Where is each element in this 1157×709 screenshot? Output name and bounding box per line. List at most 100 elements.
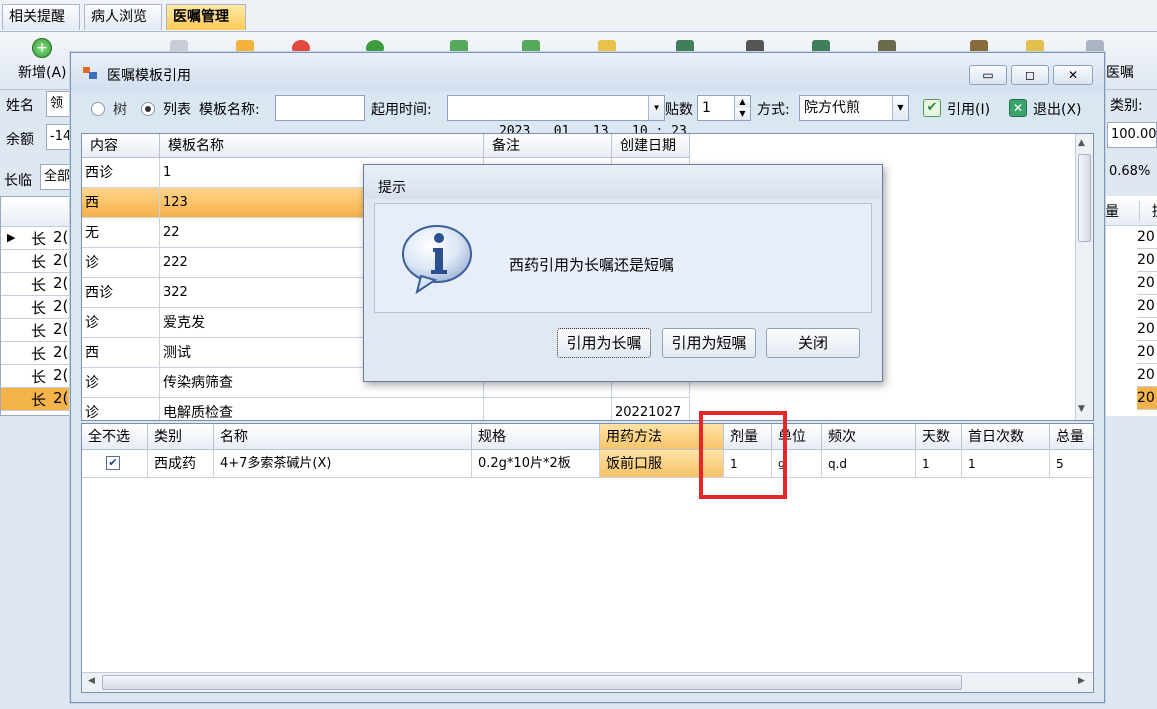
start-time-picker[interactable]: 2023 . 01 . 13 10 : 23 ▼ — [447, 95, 687, 139]
label-category: 类别: — [1110, 98, 1143, 114]
column-header-frequency[interactable]: 频次 — [822, 424, 916, 450]
add-button-label: 新增(A) — [18, 65, 67, 81]
order-grid-right: 量 提 20 20 20 20 20 20 20 20 — [1104, 196, 1157, 416]
balance-field[interactable]: -14 — [46, 124, 72, 150]
percent-label: 0.68% — [1109, 164, 1151, 179]
radio-list-label: 列表 — [163, 102, 191, 118]
apply-button-label: 引用(I) — [947, 102, 991, 118]
chevron-down-icon[interactable]: ▼ — [648, 96, 664, 120]
column-header-total[interactable]: 总量 — [1050, 424, 1093, 450]
column-header-content[interactable]: 内容 — [82, 134, 160, 158]
window-titlebar[interactable]: 医嘱模板引用 ▭ ◻ ✕ — [71, 53, 1104, 91]
cell-category: 西成药 — [148, 450, 214, 478]
cell-content: 诊 — [82, 248, 160, 278]
table-row[interactable]: ▶ 长 2( — [1, 227, 75, 250]
start-time-label: 起用时间: — [371, 102, 432, 118]
add-button[interactable]: + 新增(A) — [8, 36, 74, 84]
chevron-down-icon[interactable]: ▼ — [892, 96, 908, 120]
scroll-thumb[interactable] — [102, 675, 962, 690]
table-row[interactable]: 诊 电解质检查 20221027 — [82, 398, 690, 420]
cell-spec: 0.2g*10片*2板 — [472, 450, 600, 478]
close-icon: ✕ — [1067, 68, 1079, 82]
column-header-note[interactable]: 备注 — [484, 134, 612, 158]
annotation-highlight-box — [699, 411, 787, 499]
row-type: 长 — [31, 368, 47, 386]
grid-header: 量 提 — [1105, 196, 1157, 226]
row-date: 2( — [53, 274, 69, 292]
column-header-category[interactable]: 类别 — [148, 424, 214, 450]
column-header-name[interactable]: 名称 — [214, 424, 472, 450]
prompt-dialog: 提示 西药引用为长嘱还是短嘱 引用为长嘱 引用为短嘱 关闭 — [363, 164, 883, 382]
scroll-left-icon[interactable]: ◀ — [88, 676, 95, 686]
reference-as-long-term-button[interactable]: 引用为长嘱 — [557, 328, 651, 358]
horizontal-scrollbar[interactable]: ◀ ▶ — [82, 672, 1093, 692]
dose-count-value: 1 — [702, 100, 711, 116]
scroll-down-icon[interactable]: ▼ — [1078, 404, 1085, 414]
cell-frequency[interactable]: q.d — [822, 450, 916, 478]
row-date: 2( — [53, 228, 69, 246]
label-order-type: 长临 — [4, 173, 32, 189]
label-name: 姓名 — [6, 98, 34, 114]
apply-button[interactable]: ✔ 引用(I) — [921, 95, 1001, 121]
radio-tree[interactable] — [91, 102, 105, 116]
order-type-select[interactable]: 全部 — [40, 164, 72, 190]
patient-name-field[interactable]: 领 — [46, 91, 72, 117]
prompt-title: 提示 — [378, 180, 406, 196]
close-dialog-button[interactable]: 关闭 — [766, 328, 860, 358]
label-balance: 余额 — [6, 132, 34, 148]
template-name-input[interactable] — [275, 95, 365, 121]
column-header-name[interactable]: 模板名称 — [160, 134, 484, 158]
maximize-button[interactable]: ◻ — [1011, 65, 1049, 85]
row-date: 2( — [53, 366, 69, 384]
tab-reminders[interactable]: 相关提醒 — [2, 4, 80, 30]
row-checkbox[interactable]: ✔ — [106, 456, 120, 470]
cell-total[interactable]: 5 — [1050, 450, 1093, 478]
method-select[interactable]: 院方代煎 ▼ — [799, 95, 909, 121]
table-row[interactable]: 长 2( — [1, 250, 75, 273]
close-button[interactable]: ✕ — [1053, 65, 1093, 85]
minimize-button[interactable]: ▭ — [969, 65, 1007, 85]
table-row[interactable]: 长 2( — [1, 273, 75, 296]
app-icon — [83, 67, 97, 79]
reference-as-short-term-button[interactable]: 引用为短嘱 — [662, 328, 756, 358]
column-header-date[interactable]: 创建日期 — [612, 134, 690, 158]
row-type: 长 — [31, 253, 47, 271]
stepper-up-icon[interactable]: ▲ — [734, 96, 750, 108]
prompt-body: 西药引用为长嘱还是短嘱 — [374, 203, 872, 313]
cell-first-day[interactable]: 1 — [962, 450, 1050, 478]
stepper-down-icon[interactable]: ▼ — [734, 108, 750, 120]
row-pointer-icon: ▶ — [7, 231, 16, 244]
table-row[interactable]: 长 2( — [1, 388, 75, 411]
prompt-message: 西药引用为长嘱还是短嘱 — [509, 256, 675, 274]
cell-days[interactable]: 1 — [916, 450, 962, 478]
tab-order-management[interactable]: 医嘱管理 — [166, 4, 246, 30]
table-row[interactable]: 长 2( — [1, 342, 75, 365]
column-header-days[interactable]: 天数 — [916, 424, 962, 450]
scroll-right-icon[interactable]: ▶ — [1078, 676, 1085, 686]
row-type: 长 — [31, 391, 47, 409]
radio-list[interactable] — [141, 102, 155, 116]
column-header-first-day[interactable]: 首日次数 — [962, 424, 1050, 450]
tab-patient-browse[interactable]: 病人浏览 — [84, 4, 162, 30]
scroll-thumb[interactable] — [1078, 154, 1091, 242]
column-header-spec[interactable]: 规格 — [472, 424, 600, 450]
row-date: 2( — [53, 389, 69, 407]
percent-field[interactable]: 100.00 — [1107, 122, 1157, 148]
prompt-titlebar[interactable]: 提示 — [364, 165, 882, 199]
table-row[interactable]: ✔ — [82, 450, 148, 478]
minimize-icon: ▭ — [982, 68, 994, 82]
table-row[interactable]: 长 2( — [1, 365, 75, 388]
vertical-scrollbar[interactable]: ▲ ▼ — [1075, 134, 1093, 420]
scroll-up-icon[interactable]: ▲ — [1078, 138, 1085, 148]
exit-button[interactable]: ✕ 退出(X) — [1007, 95, 1091, 121]
add-icon: + — [32, 38, 52, 58]
cell-content: 西 — [82, 338, 160, 368]
dose-count-stepper[interactable]: 1 ▲ ▼ — [697, 95, 751, 121]
cell-content: 诊 — [82, 368, 160, 398]
row-date: 2( — [53, 297, 69, 315]
column-header-select-none[interactable]: 全不选 — [82, 424, 148, 450]
cell-value: 20 — [1137, 364, 1157, 387]
table-row[interactable]: 长 2( — [1, 319, 75, 342]
method-label: 方式: — [757, 102, 790, 118]
table-row[interactable]: 长 2( — [1, 296, 75, 319]
